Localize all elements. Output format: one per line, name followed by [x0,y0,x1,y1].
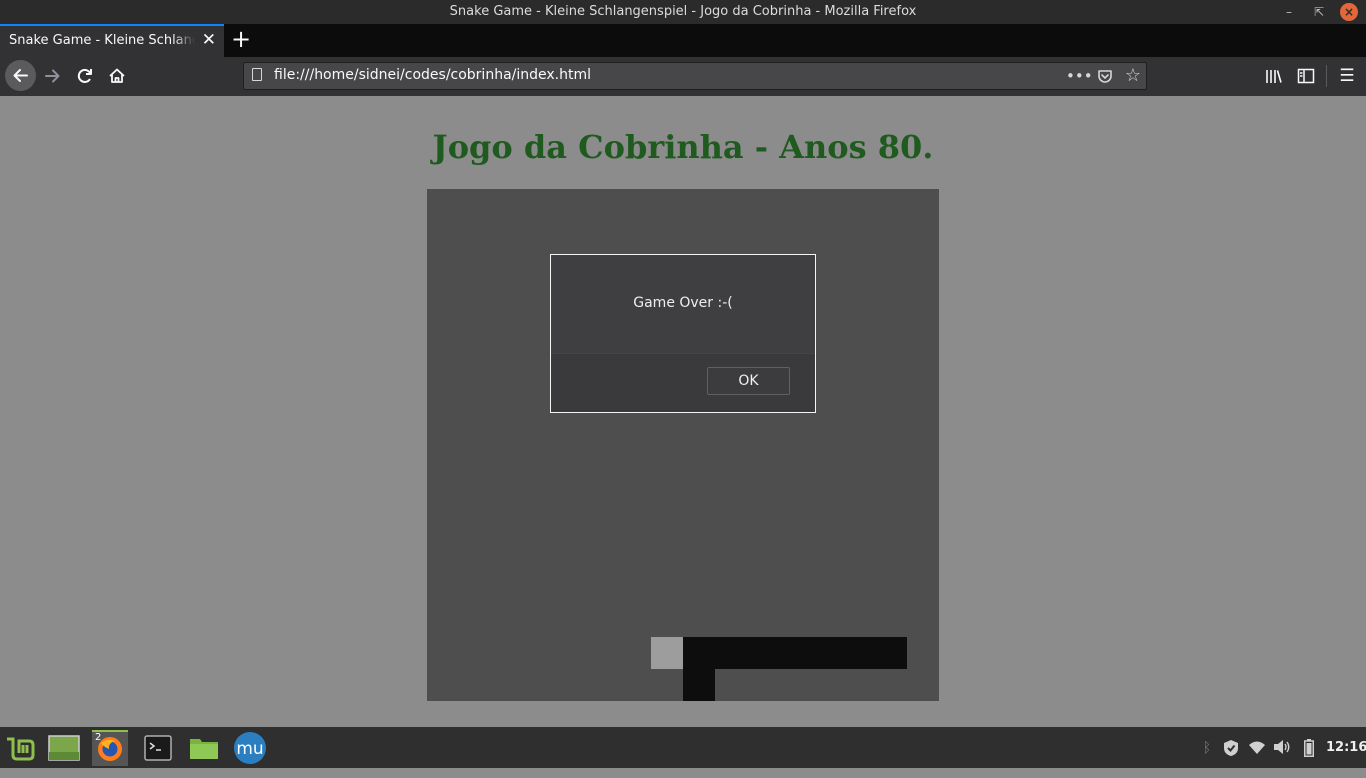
clock[interactable]: 12:16 [1326,740,1366,755]
menu-button[interactable]: ☰ [1335,65,1359,87]
pocket-icon[interactable] [1094,66,1116,86]
home-button[interactable] [102,61,132,91]
dialog-message: Game Over :-( [633,295,733,311]
firefox-taskbar-item[interactable]: 2 [92,730,128,766]
url-text[interactable]: file:///home/sidnei/codes/cobrinha/index… [274,67,591,83]
forward-arrow-icon [45,69,60,83]
home-icon [109,68,125,83]
sidebar-button[interactable] [1294,65,1318,87]
maximize-button[interactable]: ⇱ [1310,3,1328,21]
svg-text:mu: mu [236,739,263,759]
ok-button[interactable]: OK [707,367,790,395]
page-title: Jogo da Cobrinha - Anos 80. [432,128,934,166]
dialog-footer: OK [551,353,815,412]
files-icon[interactable] [186,730,222,766]
library-icon [1266,70,1282,83]
snake-body-vertical [683,669,715,701]
bookmark-star-icon[interactable]: ☆ [1122,66,1144,86]
mint-menu-icon[interactable] [2,730,38,766]
forward-button[interactable] [38,61,68,91]
reload-button[interactable] [70,61,100,91]
reload-icon [77,68,92,83]
library-button[interactable] [1262,65,1286,87]
minimize-button[interactable]: – [1280,3,1298,21]
page-file-icon [252,68,262,81]
bluetooth-icon[interactable]: ᛒ [1198,739,1216,757]
shield-update-icon[interactable] [1222,739,1240,757]
terminal-icon[interactable] [140,730,176,766]
battery-icon[interactable] [1300,739,1318,757]
sidebar-icon [1297,68,1315,84]
tab-title: Snake Game - Kleine Schlangenspiel - Jog… [9,33,195,48]
close-window-button[interactable]: × [1340,3,1358,21]
navigation-toolbar: file:///home/sidnei/codes/cobrinha/index… [0,57,1366,96]
new-tab-button[interactable]: + [229,25,253,55]
mu-editor-icon[interactable]: mu [232,730,268,766]
toolbar-separator [1326,65,1327,87]
url-bar[interactable]: file:///home/sidnei/codes/cobrinha/index… [243,62,1147,90]
back-arrow-icon [13,69,28,82]
game-over-dialog: Game Over :-( OK [550,254,816,413]
volume-icon[interactable] [1273,739,1291,757]
show-desktop-icon[interactable] [46,730,82,766]
tab-strip: Snake Game - Kleine Schlangenspiel - Jog… [0,24,1366,57]
snake-body-horizontal [683,637,907,669]
snake-food [651,637,683,669]
page-actions-icon[interactable]: ••• [1066,66,1093,86]
firefox-window-count: 2 [95,732,102,743]
taskbar: 2 mu ᛒ 12:16 [0,727,1366,768]
tab-close-icon[interactable]: ✕ [202,30,216,50]
back-button[interactable] [5,60,36,91]
window-titlebar: Snake Game - Kleine Schlangenspiel - Jog… [0,0,1366,24]
wifi-icon[interactable] [1248,739,1266,757]
page-content: Jogo da Cobrinha - Anos 80. Game Over :-… [0,96,1366,727]
tab-snake-game[interactable]: Snake Game - Kleine Schlangenspiel - Jog… [0,24,224,57]
window-title: Snake Game - Kleine Schlangenspiel - Jog… [449,4,917,19]
